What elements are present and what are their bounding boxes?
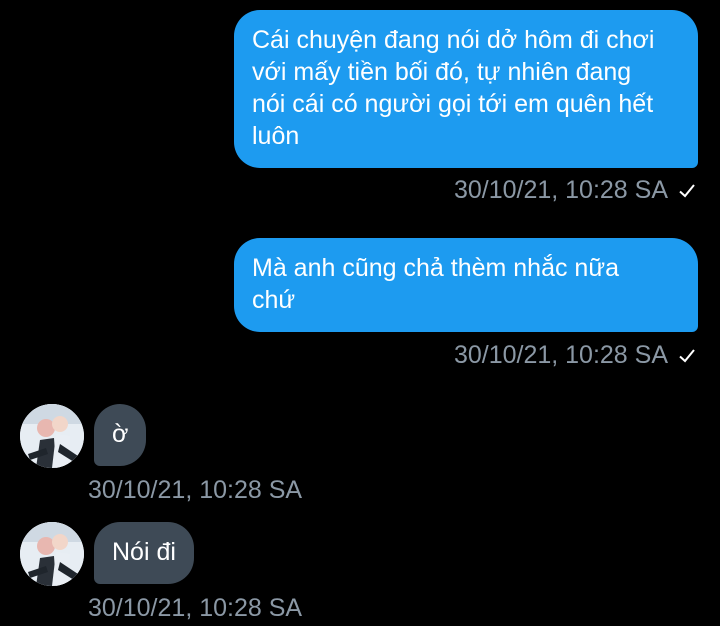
message-timestamp: 30/10/21, 10:28 SA [453,341,668,369]
avatar[interactable] [20,404,84,468]
check-icon [679,183,695,197]
avatar-image [20,522,84,586]
message-text: Nói đi [112,538,176,566]
message-text-line: Cái chuyện đang nói dở hôm đi chơi [252,26,655,54]
avatar-image [20,404,84,468]
incoming-message-bubble[interactable]: Nói đi [94,522,194,584]
message-text-line: Mà anh cũng chả thèm nhắc nữa [252,254,619,282]
message-timestamp: 30/10/21, 10:28 SA [88,476,303,504]
outgoing-message-bubble[interactable]: Cái chuyện đang nói dở hôm đi chơi với m… [234,10,698,168]
message-text-line: luôn [252,122,300,150]
message-timestamp: 30/10/21, 10:28 SA [88,594,303,622]
message-text-line: chứ [252,286,296,314]
message-timestamp: 30/10/21, 10:28 SA [453,176,668,204]
check-icon [679,348,695,362]
incoming-message-bubble[interactable]: ờ [94,404,147,466]
message-text-line: nói cái có người gọi tới em quên hết [252,90,654,118]
message-text-line: với mấy tiền bối đó, tự nhiên đang [252,58,632,86]
message-meta: 30/10/21, 10:28 SA [454,341,696,370]
message-text: ờ [112,420,129,448]
message-meta: 30/10/21, 10:28 SA [454,176,696,205]
outgoing-message-bubble[interactable]: Mà anh cũng chả thèm nhắc nữa chứ [234,238,698,332]
avatar[interactable] [20,522,84,586]
